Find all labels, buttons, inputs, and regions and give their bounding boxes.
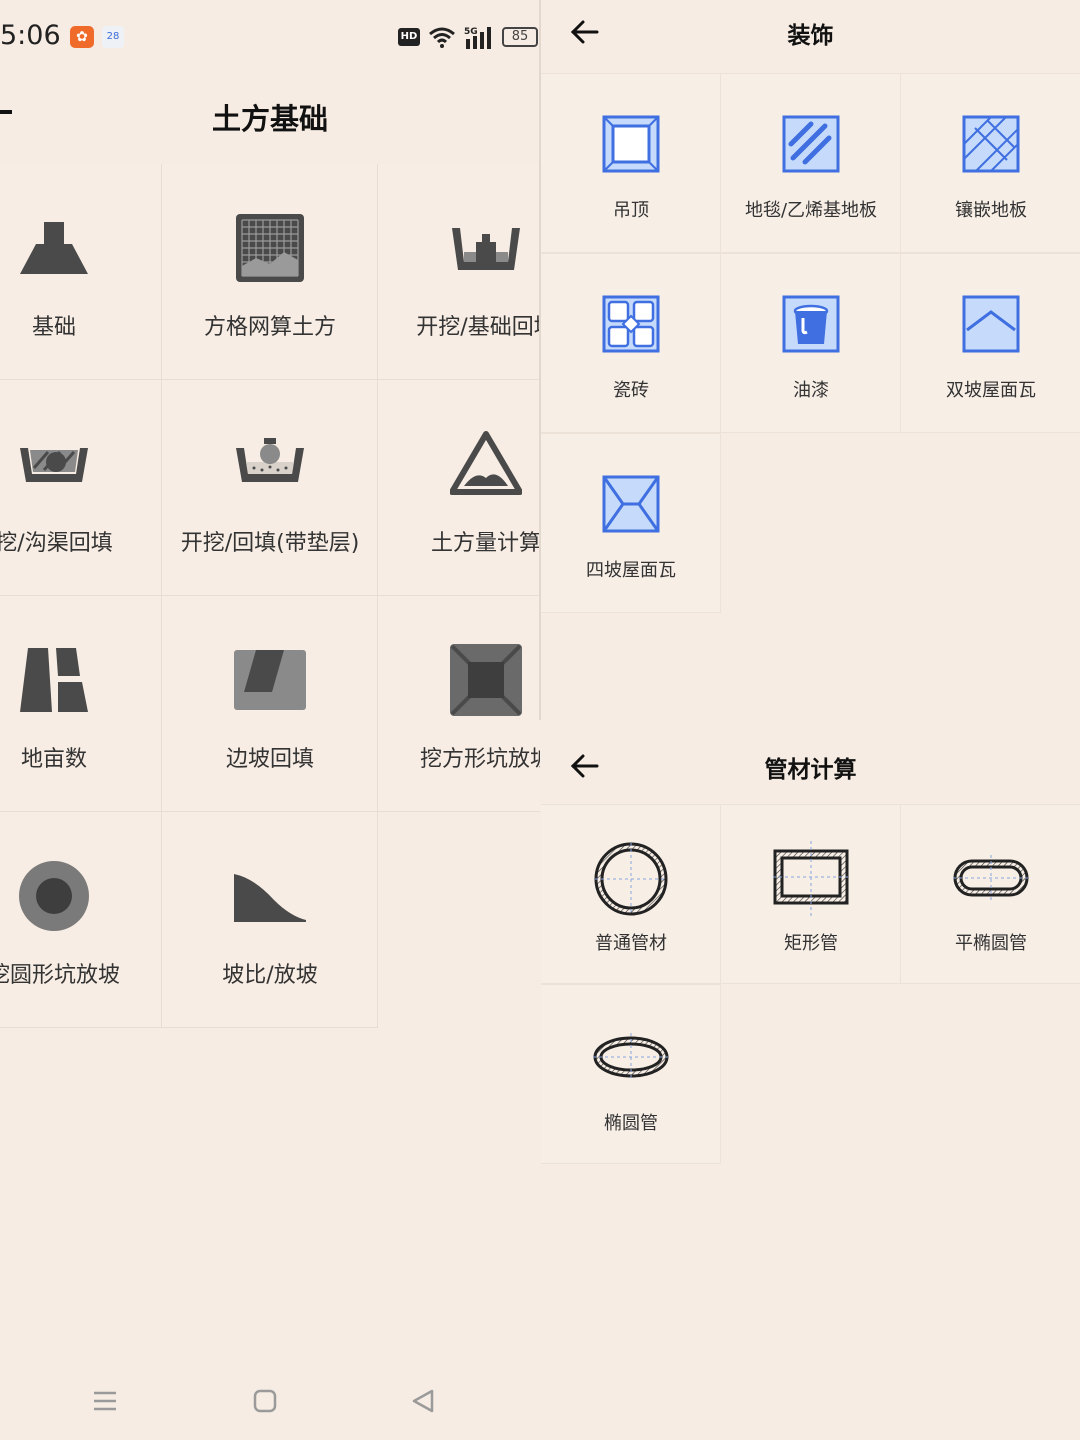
earthwork-panel: 5:06 ✿ 28 HD 5G 85 土方基础 基础 方格网算土方 开挖/基础回… — [0, 0, 540, 1440]
grid-item-label: 挖圆形坑放坡 — [0, 963, 120, 988]
grid-item-paint[interactable]: 油漆 — [721, 253, 901, 433]
grid-item-label: 开挖/基础回填 — [416, 315, 540, 340]
parquet-floor-icon — [962, 115, 1020, 173]
system-nav-bar — [0, 1372, 540, 1432]
trench-backfill-icon — [20, 448, 88, 482]
network-label: 5G — [464, 27, 478, 37]
page-title: 土方基础 — [211, 102, 328, 136]
tile-icon — [602, 295, 660, 353]
grid-item-parquet-floor[interactable]: 镶嵌地板 — [901, 73, 1080, 253]
grid-item-earthwork-volume[interactable]: 土方量计算 — [378, 380, 540, 596]
ceiling-icon — [602, 115, 660, 173]
grid-item-label: 四坡屋面瓦 — [586, 560, 676, 581]
land-area-icon — [20, 648, 88, 712]
carpet-floor-icon — [782, 115, 840, 173]
hip-roof-icon — [602, 475, 660, 533]
grid-item-slope-ratio[interactable]: 坡比/放坡 — [162, 812, 378, 1028]
grid-item-label: 基础 — [31, 315, 76, 340]
page-title: 装饰 — [787, 23, 834, 49]
grid-item-label: 瓷砖 — [613, 380, 649, 401]
grid-item-label: 地毯/乙烯基地板 — [744, 200, 878, 221]
grid-item-excavation-cushion[interactable]: 开挖/回填(带垫层) — [162, 380, 378, 596]
round-pit-icon — [19, 861, 89, 931]
grid-item-slope-backfill[interactable]: 边坡回填 — [162, 596, 378, 812]
gable-roof-icon — [962, 295, 1020, 353]
rect-pipe-icon — [773, 841, 849, 917]
grid-item-label: 吊顶 — [613, 200, 649, 221]
pipe-panel: 管材计算 普通管材 矩形管 平椭圆管 椭圆管 — [541, 720, 1080, 1440]
grid-item-label: 挖方形坑放坡 — [419, 747, 540, 772]
grid-item-grid-earthwork[interactable]: 方格网算土方 — [162, 164, 378, 380]
wifi-icon — [429, 27, 455, 48]
battery-icon: 85 — [502, 27, 538, 47]
square-pit-icon — [450, 644, 522, 716]
grid-item-label: 边坡回填 — [225, 747, 314, 772]
grid-item-label: 平椭圆管 — [955, 933, 1027, 954]
grid-item-oval-pipe[interactable]: 椭圆管 — [541, 984, 721, 1164]
excavation-backfill-icon — [452, 228, 520, 270]
round-pipe-icon — [594, 842, 668, 916]
menu-icon[interactable] — [92, 1388, 118, 1414]
status-right-icons: HD 5G 85 — [398, 24, 538, 50]
slope-ratio-icon — [234, 874, 306, 922]
grid-item-flat-oval-pipe[interactable]: 平椭圆管 — [901, 804, 1080, 984]
grid-item-hip-roof[interactable]: 四坡屋面瓦 — [541, 433, 721, 613]
grid-item-rect-pipe[interactable]: 矩形管 — [721, 804, 901, 984]
grid-item-label: 双坡屋面瓦 — [946, 380, 1036, 401]
slope-backfill-icon — [234, 650, 306, 710]
grid-item-gable-roof[interactable]: 双坡屋面瓦 — [901, 253, 1080, 433]
grid-earthwork-icon — [236, 214, 304, 282]
back-triangle-icon[interactable] — [410, 1388, 436, 1414]
grid-item-label: 镶嵌地板 — [955, 200, 1027, 221]
grid-item-round-pit[interactable]: 挖圆形坑放坡 — [0, 812, 162, 1028]
notification-app-icon: ✿ — [70, 26, 94, 48]
grid-item-land-area[interactable]: 地亩数 — [0, 596, 162, 812]
grid-item-label: 椭圆管 — [604, 1113, 658, 1134]
grid-item-carpet-floor[interactable]: 地毯/乙烯基地板 — [721, 73, 901, 253]
grid-item-label: 方格网算土方 — [203, 315, 336, 340]
grid-item-label: 普通管材 — [595, 933, 667, 954]
earthwork-header: 土方基础 — [0, 72, 540, 164]
grid-item-label: 坡比/放坡 — [222, 963, 318, 988]
oval-pipe-icon — [593, 1033, 669, 1081]
home-icon[interactable] — [252, 1388, 278, 1414]
calendar-icon: 28 — [102, 26, 124, 48]
grid-item-label: 地亩数 — [20, 747, 87, 772]
grid-item-label: 土方量计算 — [430, 531, 540, 556]
grid-item-square-pit[interactable]: 挖方形坑放坡 — [378, 596, 540, 812]
decoration-panel: 装饰 吊顶 地毯/乙烯基地板 镶嵌地板 瓷砖 油漆 双坡屋面瓦 四坡屋面瓦 — [541, 0, 1080, 720]
grid-item-foundation[interactable]: 基础 — [0, 164, 162, 380]
grid-item-ceiling[interactable]: 吊顶 — [541, 73, 721, 253]
grid-item-label: 矩形管 — [784, 933, 838, 954]
earthwork-volume-icon — [450, 431, 522, 495]
grid-item-round-pipe[interactable]: 普通管材 — [541, 804, 721, 984]
flat-oval-pipe-icon — [953, 855, 1029, 901]
grid-item-label: 挖/沟渠回填 — [0, 531, 113, 556]
status-time: 5:06 — [0, 20, 61, 51]
grid-item-excavation-backfill[interactable]: 开挖/基础回填 — [378, 164, 540, 380]
signal-icon: 5G — [464, 27, 491, 49]
excavation-cushion-icon — [236, 438, 304, 482]
grid-item-label: 油漆 — [793, 380, 829, 401]
decoration-header: 装饰 — [541, 0, 1080, 74]
page-title: 管材计算 — [764, 757, 857, 783]
status-bar: 5:06 ✿ 28 HD 5G 85 — [0, 0, 540, 72]
grid-item-label: 开挖/回填(带垫层) — [180, 531, 360, 556]
pipe-header: 管材计算 — [541, 734, 1080, 808]
grid-item-trench-backfill[interactable]: 挖/沟渠回填 — [0, 380, 162, 596]
grid-item-tile[interactable]: 瓷砖 — [541, 253, 721, 433]
foundation-icon — [20, 222, 88, 274]
hd-icon: HD — [398, 28, 420, 46]
paint-bucket-icon — [782, 295, 840, 353]
